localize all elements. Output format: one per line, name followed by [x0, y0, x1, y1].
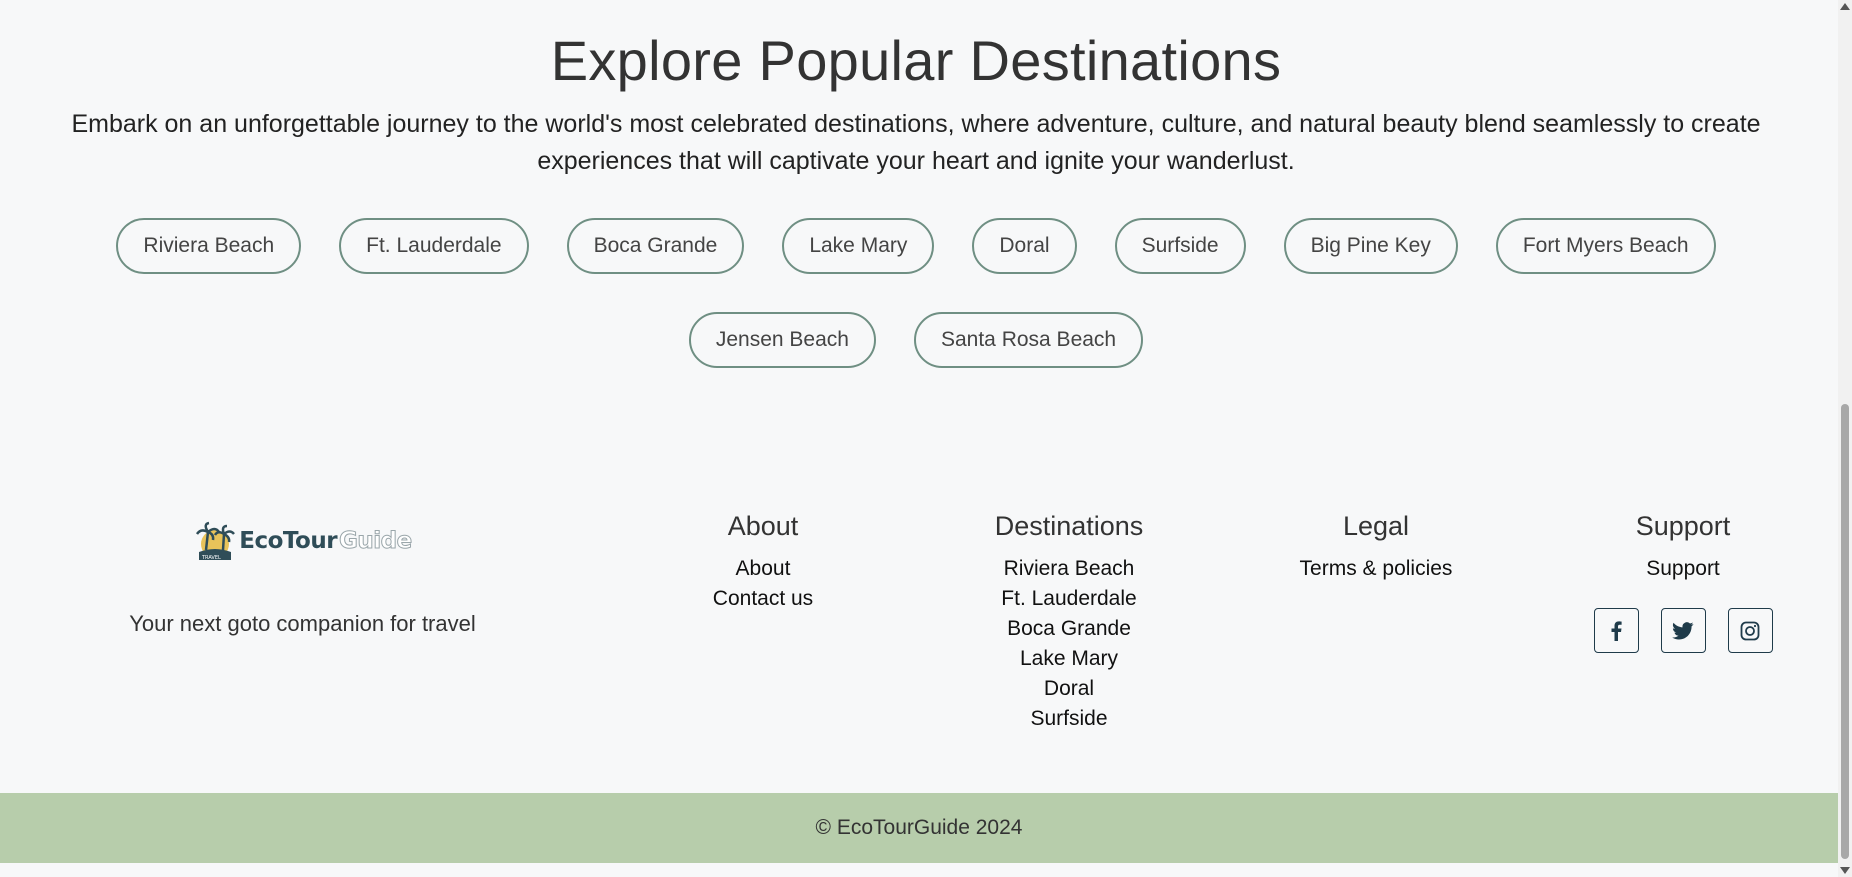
footer-link-surfside[interactable]: Surfside [969, 704, 1169, 734]
svg-text:TRAVEL: TRAVEL [201, 555, 221, 561]
footer-link-support[interactable]: Support [1578, 554, 1788, 584]
section-title: Explore Popular Destinations [550, 29, 1282, 92]
footer-about-title: About [727, 511, 799, 541]
footer-col-support: Support Support [1578, 511, 1788, 653]
destination-chip-doral[interactable]: Doral [972, 218, 1077, 274]
footer-link-riviera-beach[interactable]: Riviera Beach [969, 554, 1169, 584]
destination-chip-riviera-beach[interactable]: Riviera Beach [116, 218, 302, 274]
footer-link-terms-policies[interactable]: Terms & policies [1276, 554, 1476, 584]
logo-text-guide: Guide [339, 528, 413, 555]
footer-link-contact-us[interactable]: Contact us [683, 584, 843, 614]
footer-col-destinations: Destinations Riviera Beach Ft. Lauderdal… [969, 511, 1169, 734]
footer-brand: TRAVEL EcoTour Guide Your next goto compa… [100, 520, 505, 637]
destination-chip-santa-rosa-beach[interactable]: Santa Rosa Beach [913, 312, 1144, 368]
vertical-scrollbar[interactable] [1838, 0, 1852, 877]
destination-chip-lake-mary[interactable]: Lake Mary [782, 218, 935, 274]
instagram-icon [1740, 621, 1760, 640]
scroll-down-arrow-icon[interactable] [1840, 867, 1850, 874]
scrollbar-thumb[interactable] [1841, 404, 1849, 859]
social-links [1578, 608, 1788, 653]
copyright-bar: © EcoTourGuide 2024 [0, 793, 1838, 863]
instagram-button[interactable] [1727, 608, 1773, 653]
facebook-button[interactable] [1593, 608, 1639, 653]
copyright-text: © EcoTourGuide 2024 [815, 816, 1023, 839]
section-description: Embark on an unforgettable journey to th… [71, 110, 1761, 175]
footer-destinations-title: Destinations [994, 511, 1144, 541]
palm-island-logo-icon: TRAVEL [196, 521, 236, 561]
footer-col-legal: Legal Terms & policies [1276, 511, 1476, 584]
brand-tagline: Your next goto companion for travel [129, 611, 476, 636]
twitter-button[interactable] [1660, 608, 1706, 653]
destination-chip-fort-myers-beach[interactable]: Fort Myers Beach [1495, 218, 1716, 274]
footer-link-boca-grande[interactable]: Boca Grande [969, 614, 1169, 644]
facebook-icon [1611, 620, 1622, 641]
destination-chip-ft-lauderdale[interactable]: Ft. Lauderdale [339, 218, 529, 274]
destination-chip-big-pine-key[interactable]: Big Pine Key [1283, 218, 1458, 274]
footer-link-doral[interactable]: Doral [969, 674, 1169, 704]
ecotour-logo[interactable]: TRAVEL EcoTour Guide [193, 520, 413, 562]
destination-chip-surfside[interactable]: Surfside [1114, 218, 1246, 274]
destination-chips: Riviera Beach Ft. Lauderdale Boca Grande… [0, 218, 1832, 368]
destination-chip-boca-grande[interactable]: Boca Grande [566, 218, 745, 274]
footer-link-ft-lauderdale[interactable]: Ft. Lauderdale [969, 584, 1169, 614]
footer-support-title: Support [1635, 511, 1731, 541]
footer-link-lake-mary[interactable]: Lake Mary [969, 644, 1169, 674]
footer-col-about: About About Contact us [683, 511, 843, 614]
logo-text-ecotour: EcoTour [239, 528, 338, 554]
page: Explore Popular Destinations Embark on a… [0, 0, 1838, 877]
footer-link-about[interactable]: About [683, 554, 843, 584]
scroll-up-arrow-icon[interactable] [1840, 3, 1850, 10]
twitter-icon [1672, 621, 1694, 639]
destination-chip-jensen-beach[interactable]: Jensen Beach [688, 312, 876, 368]
footer-legal-title: Legal [1342, 511, 1410, 541]
